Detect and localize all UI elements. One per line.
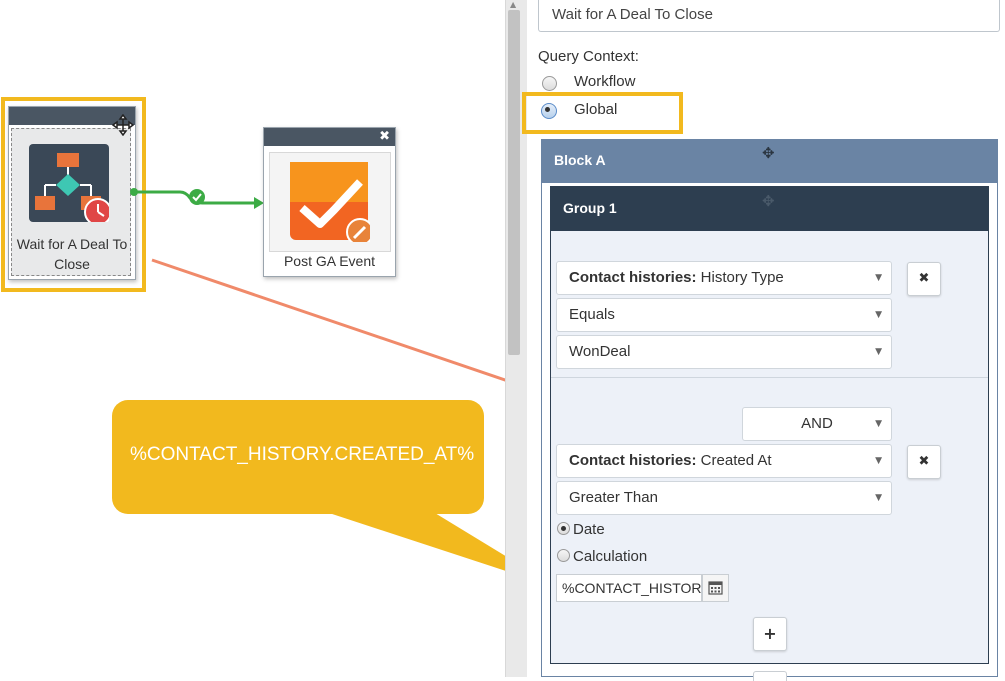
move-cursor-icon bbox=[111, 113, 135, 137]
conjunction-value: AND bbox=[801, 415, 833, 432]
condition2-field-attr: Created At bbox=[696, 452, 772, 469]
google-analytics-icon bbox=[290, 162, 374, 246]
condition2-operator-select[interactable]: Greater Than ▼ bbox=[556, 481, 892, 515]
condition1-value-select[interactable]: WonDeal ▼ bbox=[556, 335, 892, 369]
callout-text: %CONTACT_HISTORY.CREATED_AT% bbox=[130, 444, 475, 465]
group-title: Group 1 bbox=[563, 200, 617, 216]
add-group-button[interactable] bbox=[753, 671, 787, 681]
scroll-up-arrow-icon[interactable]: ▲ bbox=[510, 0, 516, 9]
condition2-operator-value: Greater Than bbox=[569, 489, 658, 506]
add-condition-button[interactable]: + bbox=[753, 617, 787, 651]
chevron-down-icon: ▼ bbox=[875, 273, 882, 283]
conjunction-select[interactable]: AND ▼ bbox=[742, 407, 892, 441]
workflow-radio-label[interactable]: Workflow bbox=[574, 73, 635, 90]
condition2-field-select[interactable]: Contact histories: Created At ▼ bbox=[556, 444, 892, 478]
global-radio[interactable] bbox=[541, 103, 557, 119]
condition1-field-select[interactable]: Contact histories: History Type ▼ bbox=[556, 261, 892, 295]
condition1-field-entity: Contact histories: bbox=[569, 269, 697, 286]
date-value-input[interactable]: %CONTACT_HISTORY bbox=[556, 574, 702, 602]
close-icon[interactable]: ✖ bbox=[379, 129, 390, 145]
condition2-field-entity: Contact histories: bbox=[569, 452, 697, 469]
calendar-icon[interactable] bbox=[702, 574, 729, 602]
chevron-down-icon: ▼ bbox=[875, 493, 882, 503]
condition1-operator-value: Equals bbox=[569, 306, 615, 323]
node-name-input[interactable]: Wait for A Deal To Close bbox=[538, 0, 1000, 32]
condition1-operator-select[interactable]: Equals ▼ bbox=[556, 298, 892, 332]
remove-condition1-button[interactable]: ✖ bbox=[907, 262, 941, 296]
wait-condition-icon bbox=[29, 144, 112, 226]
date-radio-label[interactable]: Date bbox=[573, 521, 605, 538]
wait-node-label-line2: Close bbox=[54, 256, 90, 272]
workflow-radio[interactable] bbox=[542, 76, 557, 91]
group-move-icon[interactable]: ✥ bbox=[762, 192, 775, 210]
wait-node-label-line1: Wait for A Deal To bbox=[16, 236, 128, 252]
callout-bubble bbox=[112, 400, 558, 588]
remove-condition2-button[interactable]: ✖ bbox=[907, 445, 941, 479]
chevron-down-icon: ▼ bbox=[875, 456, 882, 466]
query-context-label: Query Context: bbox=[538, 48, 639, 65]
scrollbar-thumb[interactable] bbox=[508, 10, 520, 355]
chevron-down-icon: ▼ bbox=[875, 347, 882, 357]
check-circle-icon bbox=[188, 188, 206, 206]
chevron-down-icon: ▼ bbox=[875, 419, 882, 429]
chevron-down-icon: ▼ bbox=[875, 310, 882, 320]
condition1-field-attr: History Type bbox=[696, 269, 784, 286]
block-title: Block A bbox=[554, 152, 606, 168]
calculation-radio-label[interactable]: Calculation bbox=[573, 548, 647, 565]
block-move-icon[interactable]: ✥ bbox=[762, 144, 775, 162]
date-radio[interactable] bbox=[557, 522, 570, 535]
calculation-radio[interactable] bbox=[557, 549, 570, 562]
condition-divider bbox=[551, 377, 988, 378]
global-radio-label[interactable]: Global bbox=[574, 101, 617, 118]
node-header[interactable]: ✖ bbox=[264, 128, 395, 146]
condition1-value: WonDeal bbox=[569, 343, 631, 360]
